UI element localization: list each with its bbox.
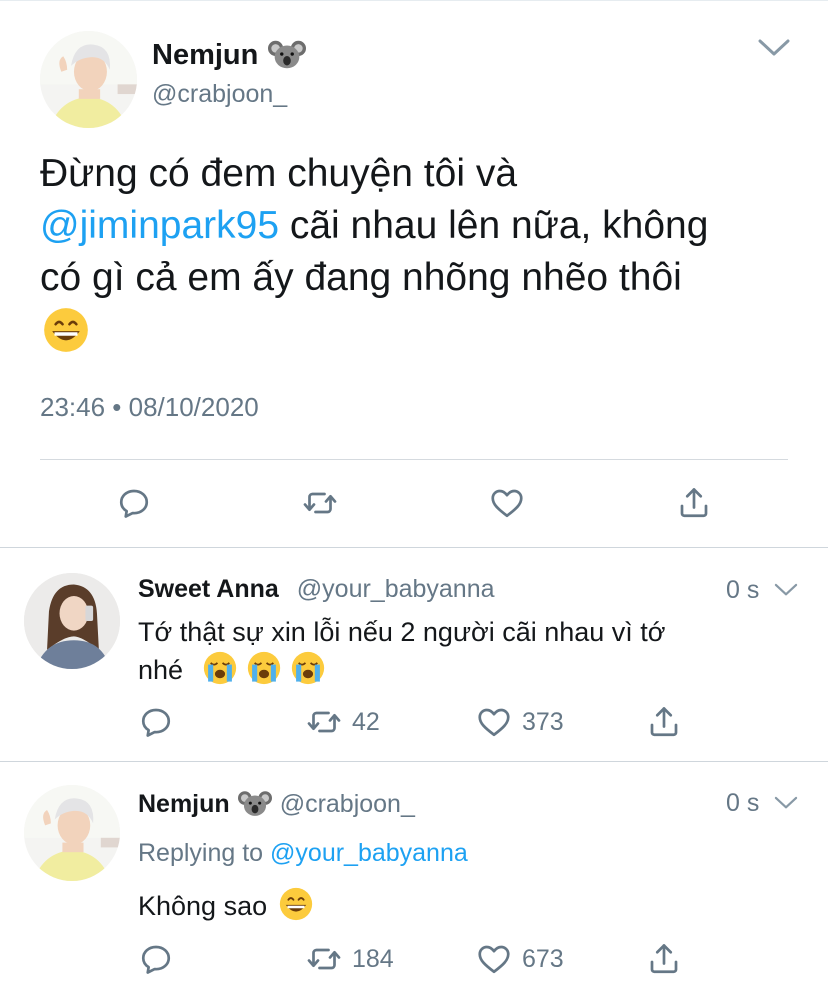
grinning-face-icon xyxy=(279,887,313,921)
like-icon xyxy=(476,941,512,977)
divider xyxy=(40,459,788,460)
author-name[interactable]: Nemjun @crabjoon_ xyxy=(138,787,415,821)
reply-icon[interactable] xyxy=(116,485,152,521)
share-icon xyxy=(646,941,682,977)
koala-icon xyxy=(268,36,306,74)
separator xyxy=(0,761,828,762)
chevron-down-icon[interactable] xyxy=(773,794,799,812)
retweet-action[interactable]: 184 xyxy=(306,941,394,977)
replying-to: Replying to @your_babyanna xyxy=(138,839,468,868)
tweet-text-line: @jiminpark95 cãi nhau lên nữa, không xyxy=(40,200,800,252)
author-handle: @crabjoon_ xyxy=(279,789,415,818)
author-name-text: Nemjun xyxy=(138,789,230,818)
retweet-icon xyxy=(306,941,342,977)
author-name[interactable]: Sweet Anna @your_babyanna xyxy=(138,575,495,604)
loudly-crying-face-icon xyxy=(291,651,325,685)
author-name-text: Nemjun xyxy=(152,38,259,71)
avatar-image xyxy=(24,573,120,669)
loudly-crying-face-icon xyxy=(203,651,237,685)
tweet-timestamp[interactable]: 23:46 • 08/10/2020 xyxy=(40,392,259,423)
retweet-action[interactable]: 42 xyxy=(306,704,380,740)
avatar-image xyxy=(24,785,120,881)
reply-action[interactable] xyxy=(138,941,174,977)
retweet-icon[interactable] xyxy=(302,485,338,521)
avatar-image xyxy=(40,31,137,128)
separator xyxy=(0,547,828,548)
tweet-text-line: có gì cả em ấy đang nhõng nhẽo thôi xyxy=(40,256,682,299)
chevron-down-icon[interactable] xyxy=(756,36,792,60)
like-icon[interactable] xyxy=(489,485,525,521)
mention-link[interactable]: @jiminpark95 xyxy=(40,204,279,247)
author-name-text: Sweet Anna xyxy=(138,575,279,603)
share-action[interactable] xyxy=(646,941,682,977)
replying-to-prefix: Replying to xyxy=(138,839,271,867)
like-action[interactable]: 373 xyxy=(476,704,564,740)
avatar[interactable] xyxy=(24,785,120,881)
reply-text-line: nhé xyxy=(138,651,788,689)
grinning-face-icon xyxy=(43,307,89,353)
tweet-text-line: Đừng có đem chuyện tôi và xyxy=(40,152,518,195)
reply-action[interactable] xyxy=(138,704,174,740)
author-handle[interactable]: @crabjoon_ xyxy=(152,80,287,109)
loudly-crying-face-icon xyxy=(247,651,281,685)
reply-time: 0 s xyxy=(726,789,760,817)
share-icon[interactable] xyxy=(676,485,712,521)
koala-icon xyxy=(238,787,272,821)
main-tweet: Nemjun @crabjoon_ Đừng có đem chuyện tôi… xyxy=(0,0,828,547)
like-icon xyxy=(476,704,512,740)
reply-text: Tớ thật sự xin lỗi nếu 2 người cãi nhau … xyxy=(138,613,788,689)
like-count: 673 xyxy=(522,944,564,973)
retweet-count: 42 xyxy=(352,707,380,736)
avatar[interactable] xyxy=(40,31,137,128)
reply-text-fragment: Không sao xyxy=(138,891,268,921)
like-action[interactable]: 673 xyxy=(476,941,564,977)
reply-text-fragment: nhé xyxy=(138,655,184,685)
tweet-text: Đừng có đem chuyện tôi và @jiminpark95 c… xyxy=(40,148,800,304)
author-handle: @your_babyanna xyxy=(296,575,495,603)
share-icon xyxy=(646,704,682,740)
chevron-down-icon[interactable] xyxy=(773,581,799,599)
reply-icon xyxy=(138,941,174,977)
share-action[interactable] xyxy=(646,704,682,740)
reply-time: 0 s xyxy=(726,576,760,604)
replying-to-link[interactable]: @your_babyanna xyxy=(270,839,468,867)
avatar[interactable] xyxy=(24,573,120,669)
like-count: 373 xyxy=(522,707,564,736)
tweet-text-fragment: cãi nhau lên nữa, không xyxy=(279,204,709,247)
retweet-icon xyxy=(306,704,342,740)
reply-icon xyxy=(138,704,174,740)
author-name[interactable]: Nemjun xyxy=(152,36,306,74)
retweet-count: 184 xyxy=(352,944,394,973)
reply-text-line: Tớ thật sự xin lỗi nếu 2 người cãi nhau … xyxy=(138,617,666,647)
reply-text: Không sao xyxy=(138,887,788,925)
